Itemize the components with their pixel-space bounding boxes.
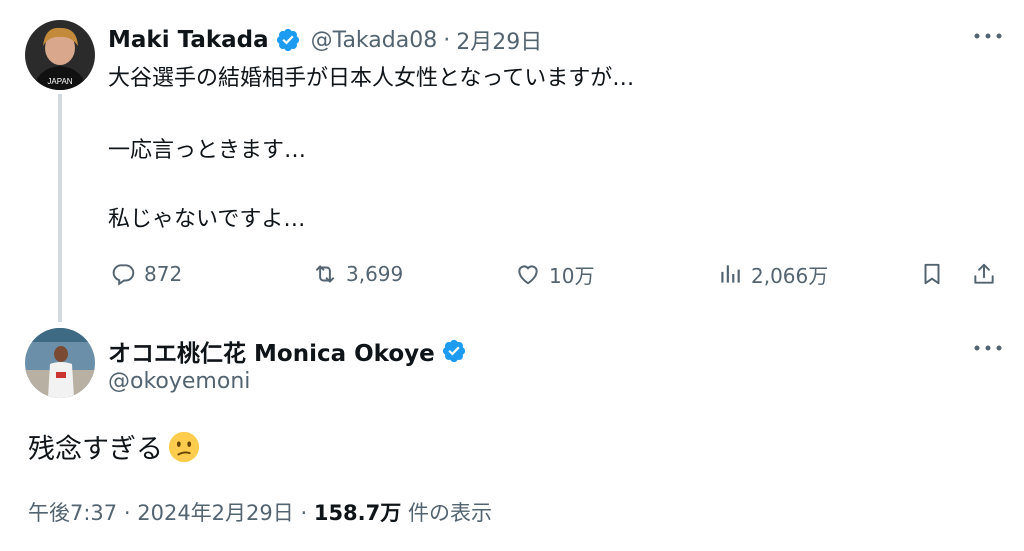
- reply-author-handle[interactable]: @okoyemoni: [108, 369, 250, 394]
- like-icon: [518, 265, 538, 285]
- avatar-jersey-text: JAPAN: [47, 77, 72, 86]
- reply-meta: 午後7:37 · 2024年2月29日 · 158.7万 件の表示: [28, 497, 492, 527]
- bookmark-icon: [924, 263, 940, 285]
- verified-badge-icon: [442, 339, 465, 363]
- bookmark-button[interactable]: [919, 259, 945, 289]
- retweet-count: 3,699: [346, 262, 404, 286]
- tweet-text-line-2: 一応言っときます…: [108, 138, 307, 163]
- share-button[interactable]: [971, 259, 997, 289]
- avatar-monica-okoye[interactable]: [25, 328, 95, 398]
- reply-view-suffix: 件の表示: [407, 501, 492, 525]
- meta-separator: ·: [123, 501, 131, 525]
- more-icon[interactable]: [973, 31, 1003, 41]
- tweet-header: Maki Takada @Takada08 · 2月29日: [108, 24, 542, 56]
- author-name[interactable]: Maki Takada: [108, 27, 269, 53]
- more-icon[interactable]: [973, 343, 1003, 353]
- confused-face-icon: [168, 431, 200, 462]
- reply-date[interactable]: 2024年2月29日: [137, 501, 294, 525]
- views-button[interactable]: 2,066万: [717, 259, 828, 289]
- reply-icon: [112, 264, 135, 286]
- tweet-text-line-1: 大谷選手の結婚相手が日本人女性となっていますが…: [108, 66, 635, 91]
- like-count: 10万: [549, 263, 595, 288]
- reply-count: 872: [144, 262, 183, 286]
- verified-badge-icon: [276, 28, 299, 52]
- tweet-date[interactable]: 2月29日: [456, 24, 542, 56]
- avatar-maki-takada[interactable]: JAPAN: [25, 20, 95, 90]
- views-icon: [721, 265, 740, 283]
- thread-connector-line: [58, 94, 62, 322]
- author-handle[interactable]: @Takada08: [311, 28, 438, 53]
- reply-view-count: 158.7万: [313, 501, 402, 525]
- like-button[interactable]: 10万: [515, 259, 594, 289]
- reply-header: オコエ桃仁花 Monica Okoye: [108, 334, 467, 368]
- views-count: 2,066万: [751, 263, 829, 288]
- reply-text-container: 残念すぎる: [28, 427, 201, 466]
- reply-text: 残念すぎる: [28, 434, 163, 465]
- tweet-text-line-3: 私じゃないですよ…: [108, 207, 306, 232]
- retweet-icon: [315, 265, 335, 283]
- retweet-button[interactable]: 3,699: [312, 259, 403, 289]
- share-icon: [974, 263, 994, 284]
- reply-button[interactable]: 872: [110, 259, 182, 289]
- reply-time[interactable]: 午後7:37: [28, 501, 117, 525]
- reply-author-name[interactable]: オコエ桃仁花 Monica Okoye: [108, 334, 435, 368]
- header-separator: ·: [443, 27, 451, 53]
- meta-separator-2: ·: [300, 501, 308, 525]
